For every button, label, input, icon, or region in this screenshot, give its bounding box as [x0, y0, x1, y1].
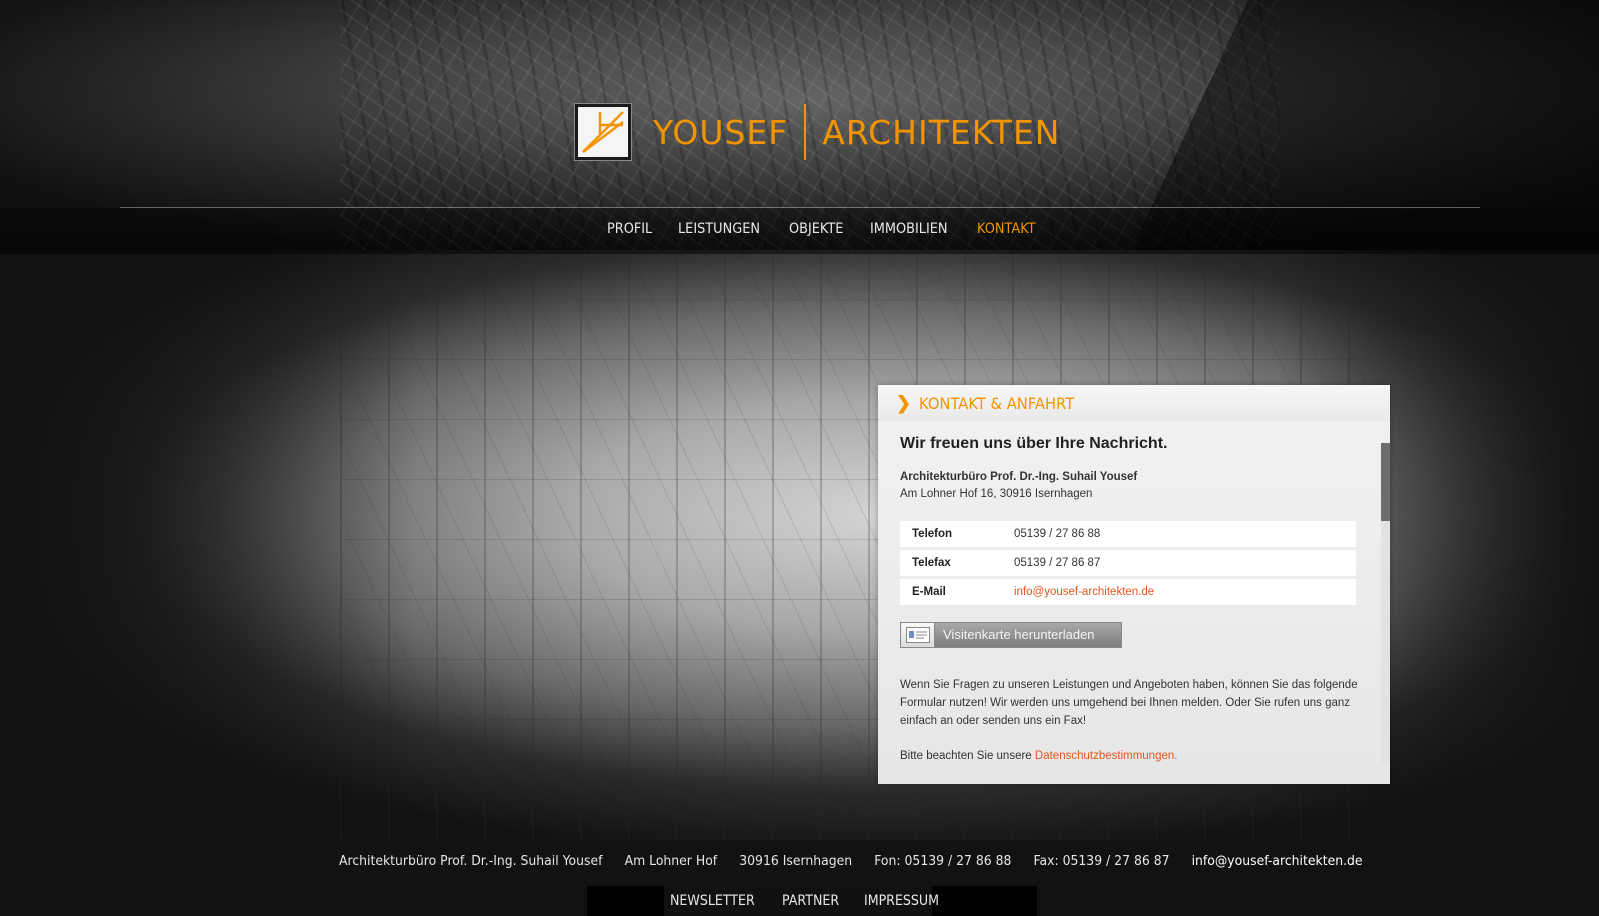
privacy-prefix: Bitte beachten Sie unsere: [900, 750, 1032, 762]
nav-item-profil[interactable]: PROFIL: [607, 221, 652, 237]
panel-content: Wir freuen uns über Ihre Nachricht. Arch…: [900, 435, 1362, 782]
footer-phone: Fon: 05139 / 27 86 88: [874, 853, 1012, 869]
footer-link-newsletter[interactable]: NEWSLETTER: [670, 893, 755, 909]
footer-street: Am Lohner Hof: [624, 853, 718, 869]
scrollbar-thumb[interactable]: [1381, 443, 1390, 521]
download-vcard-button[interactable]: Visitenkarte herunterladen: [900, 622, 1122, 648]
nav-item-leistungen[interactable]: LEISTUNGEN: [678, 221, 760, 237]
logo-name-right: ARCHITEKTEN: [822, 112, 1061, 152]
footer-fax: Fax: 05139 / 27 86 87: [1033, 853, 1170, 869]
panel-scrollbar[interactable]: [1381, 443, 1390, 763]
footer-company: Architekturbüro Prof. Dr.-Ing. Suhail Yo…: [339, 853, 603, 869]
privacy-note: Bitte beachten Sie unsere Datenschutzbes…: [900, 747, 1370, 765]
table-row: Telefax 05139 / 27 86 87: [900, 550, 1356, 576]
logo-icon: [575, 104, 631, 160]
contact-label: Telefax: [900, 550, 1002, 576]
contact-intro-text: Wenn Sie Fragen zu unseren Leistungen un…: [900, 679, 1358, 727]
contact-value-cell: info@yousef-architekten.de: [1002, 579, 1356, 605]
table-row: E-Mail info@yousef-architekten.de: [900, 579, 1356, 605]
company-name: Architekturbüro Prof. Dr.-Ing. Suhail Yo…: [900, 471, 1138, 483]
logo-separator: [804, 104, 807, 160]
nav-item-kontakt[interactable]: KONTAKT: [977, 221, 1036, 237]
contact-label: E-Mail: [900, 579, 1002, 605]
email-link[interactable]: info@yousef-architekten.de: [1014, 586, 1154, 598]
footer-email-link[interactable]: info@yousef-architekten.de: [1192, 853, 1363, 869]
contact-panel: ❯ KONTAKT & ANFAHRT Wir freuen uns über …: [878, 385, 1390, 784]
contact-value: 05139 / 27 86 87: [1002, 550, 1356, 576]
brand-logo[interactable]: YOUSEF ARCHITEKTEN: [575, 104, 1061, 160]
nav-item-objekte[interactable]: OBJEKTE: [789, 221, 843, 237]
table-row: Telefon 05139 / 27 86 88: [900, 521, 1356, 547]
footer-link-partner[interactable]: PARTNER: [782, 893, 839, 909]
contact-table: Telefon 05139 / 27 86 88 Telefax 05139 /…: [900, 518, 1356, 608]
logo-name-left: YOUSEF: [653, 112, 789, 152]
chevron-right-icon: ❯: [896, 392, 912, 413]
headline: Wir freuen uns über Ihre Nachricht.: [900, 435, 1168, 452]
company-address: Am Lohner Hof 16, 30916 Isernhagen: [900, 488, 1093, 500]
panel-title: KONTAKT & ANFAHRT: [919, 393, 1075, 413]
privacy-link[interactable]: Datenschutzbestimmungen.: [1035, 750, 1178, 762]
footer-nav: NEWSLETTER PARTNER IMPRESSUM: [587, 886, 1037, 916]
footer-info: Architekturbüro Prof. Dr.-Ing. Suhail Yo…: [339, 853, 1363, 869]
contact-label: Telefon: [900, 521, 1002, 547]
logo-wordmark: YOUSEF ARCHITEKTEN: [653, 104, 1061, 160]
footer-link-impressum[interactable]: IMPRESSUM: [864, 893, 939, 909]
main-nav: PROFIL LEISTUNGEN OBJEKTE IMMOBILIEN KON…: [0, 208, 1599, 254]
footer-city: 30916 Isernhagen: [739, 853, 853, 869]
panel-header: ❯ KONTAKT & ANFAHRT: [878, 385, 1390, 421]
business-card-icon: [901, 623, 935, 647]
contact-value: 05139 / 27 86 88: [1002, 521, 1356, 547]
vcard-button-label: Visitenkarte herunterladen: [935, 623, 1121, 647]
nav-item-immobilien[interactable]: IMMOBILIEN: [870, 221, 948, 237]
